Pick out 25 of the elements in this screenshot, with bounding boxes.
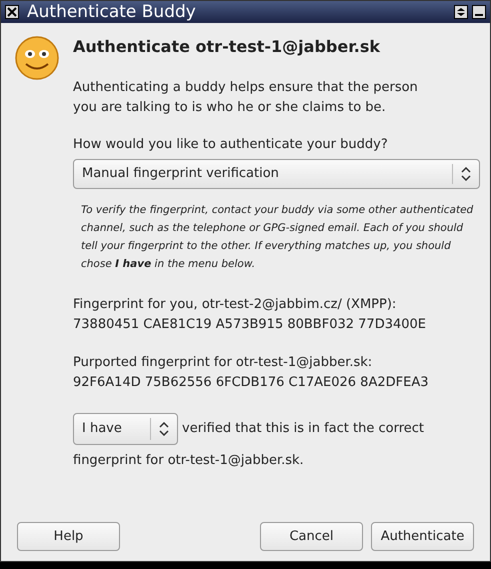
help-button[interactable]: Help	[17, 522, 120, 551]
authenticate-button[interactable]: Authenticate	[371, 522, 474, 551]
fingerprint-label: Purported fingerprint for otr-test-1@jabber.sk:	[73, 354, 374, 372]
verified-dropdown[interactable]: I have	[73, 412, 178, 444]
close-button[interactable]	[5, 5, 19, 19]
minimize-icon	[475, 14, 483, 16]
up-down-arrows-icon	[461, 166, 471, 180]
dialog-heading: Authenticate otr-test-1@jabber.sk	[73, 36, 382, 58]
up-down-arrows-icon	[159, 422, 169, 436]
close-icon	[7, 7, 17, 17]
minimize-button[interactable]	[472, 5, 486, 19]
maximize-icon	[457, 8, 465, 16]
instructions-text: To verify the fingerprint, contact your buddy via some other authenticated channel, such as the telephone or GPG-signed email. Each of you should tell your fingerprint to the other. If everything matches up, you should chose I have in the menu below.	[80, 202, 474, 272]
method-label: How would you like to authenticate your buddy?	[73, 136, 389, 154]
window-title: Authenticate Buddy	[27, 4, 196, 20]
verification-text: verified that this is in fact the correct	[182, 420, 424, 438]
smiley-icon	[14, 35, 60, 81]
cancel-button[interactable]: Cancel	[260, 522, 363, 551]
fingerprint-value: 92F6A14D 75B62556 6FCDB176 C17AE026 8A2DFEA3	[73, 374, 430, 392]
intro-text: Authenticating a buddy helps ensure that the person you are talking to is who he or she claims to be.	[73, 79, 419, 117]
fingerprint-value: 73880451 CAE81C19 A573B915 80BBF032 77D3400E	[73, 316, 427, 334]
method-dropdown[interactable]: Manual fingerprint verification	[73, 158, 480, 188]
verification-text: fingerprint for otr-test-1@jabber.sk.	[73, 452, 305, 470]
maximize-button[interactable]	[454, 5, 468, 19]
fingerprint-label: Fingerprint for you, otr-test-2@jabbim.cz/ (XMPP):	[73, 296, 398, 314]
